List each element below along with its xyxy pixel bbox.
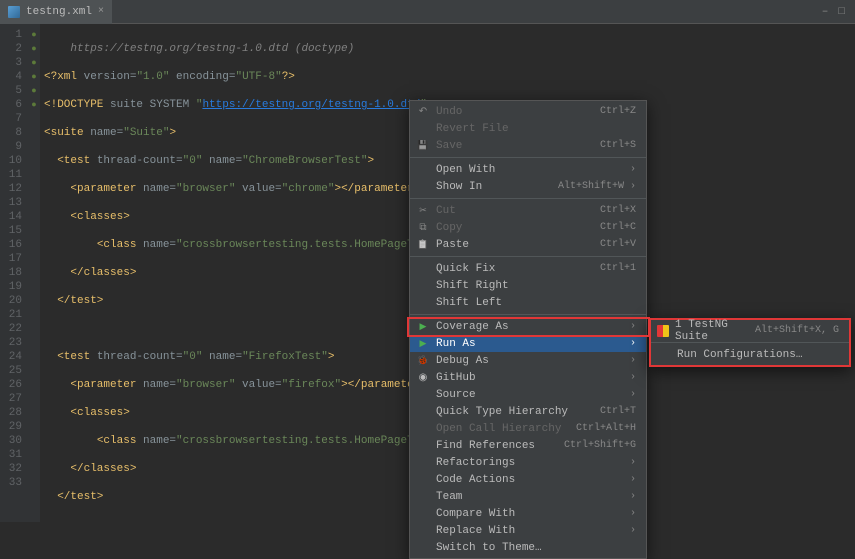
- chevron-right-icon: ›: [630, 321, 636, 332]
- maximize-icon[interactable]: □: [838, 6, 845, 18]
- blank-icon: [416, 405, 430, 419]
- menu-copy[interactable]: Copy Ctrl+C: [410, 219, 646, 236]
- menu-save[interactable]: Save Ctrl+S: [410, 137, 646, 154]
- blank-icon: [416, 422, 430, 436]
- blank-icon: [416, 541, 430, 555]
- coverage-icon: [416, 320, 430, 334]
- blank-icon: [416, 163, 430, 177]
- blank-icon: [416, 180, 430, 194]
- chevron-right-icon: ›: [630, 491, 636, 502]
- blank-icon: [416, 490, 430, 504]
- menu-show-in[interactable]: Show In Alt+Shift+W ›: [410, 178, 646, 195]
- chevron-right-icon: ›: [630, 355, 636, 366]
- blank-icon: [416, 122, 430, 136]
- menu-undo[interactable]: Undo Ctrl+Z: [410, 103, 646, 120]
- menu-separator: [410, 314, 646, 315]
- menu-coverage-as[interactable]: Coverage As ›: [410, 318, 646, 335]
- menu-quick-fix[interactable]: Quick Fix Ctrl+1: [410, 260, 646, 277]
- submenu-run-configurations[interactable]: Run Configurations…: [651, 346, 849, 363]
- chevron-right-icon: ›: [630, 389, 636, 400]
- blank-icon: [416, 524, 430, 538]
- menu-revert-file[interactable]: Revert File: [410, 120, 646, 137]
- chevron-right-icon: ›: [630, 508, 636, 519]
- chevron-right-icon: ›: [630, 181, 636, 192]
- menu-team[interactable]: Team ›: [410, 488, 646, 505]
- menu-open-call-hierarchy[interactable]: Open Call Hierarchy Ctrl+Alt+H: [410, 420, 646, 437]
- menu-run-as[interactable]: Run As ›: [410, 335, 646, 352]
- blank-icon: [416, 439, 430, 453]
- github-icon: [416, 371, 430, 385]
- undo-icon: [416, 105, 430, 119]
- menu-code-actions[interactable]: Code Actions ›: [410, 471, 646, 488]
- cut-icon: [416, 204, 430, 218]
- chevron-right-icon: ›: [630, 372, 636, 383]
- line-number-gutter: 1 2 3 4 5 6 7 8 9 10 11 12 13 14 15 16 1…: [0, 24, 28, 522]
- menu-open-with[interactable]: Open With ›: [410, 161, 646, 178]
- blank-icon: [416, 456, 430, 470]
- blank-icon: [416, 262, 430, 276]
- blank-icon: [416, 388, 430, 402]
- context-menu: Undo Ctrl+Z Revert File Save Ctrl+S Open…: [409, 100, 647, 559]
- menu-switch-theme[interactable]: Switch to Theme…: [410, 539, 646, 556]
- save-icon: [416, 139, 430, 153]
- xml-file-icon: [8, 6, 20, 18]
- toolbar-right: – □: [822, 6, 855, 18]
- submenu-testng-suite[interactable]: 1 TestNG Suite Alt+Shift+X, G: [651, 322, 849, 339]
- folding-column: ● ● ● ● ● ●: [28, 24, 40, 522]
- tab-bar: testng.xml × – □: [0, 0, 855, 24]
- menu-separator: [410, 157, 646, 158]
- run-as-submenu: 1 TestNG Suite Alt+Shift+X, G Run Config…: [649, 318, 851, 367]
- blank-icon: [416, 296, 430, 310]
- line-1: 1: [15, 29, 22, 41]
- menu-separator: [410, 256, 646, 257]
- blank-icon: [416, 279, 430, 293]
- close-icon[interactable]: ×: [98, 6, 104, 17]
- menu-separator: [410, 198, 646, 199]
- minimize-icon[interactable]: –: [822, 6, 829, 18]
- testng-icon: [657, 325, 669, 337]
- tab-filename: testng.xml: [26, 6, 92, 18]
- menu-source[interactable]: Source ›: [410, 386, 646, 403]
- menu-cut[interactable]: Cut Ctrl+X: [410, 202, 646, 219]
- chevron-right-icon: ›: [630, 164, 636, 175]
- menu-compare-with[interactable]: Compare With ›: [410, 505, 646, 522]
- menu-debug-as[interactable]: Debug As ›: [410, 352, 646, 369]
- menu-quick-type-hierarchy[interactable]: Quick Type Hierarchy Ctrl+T: [410, 403, 646, 420]
- blank-icon: [657, 348, 671, 362]
- menu-find-references[interactable]: Find References Ctrl+Shift+G: [410, 437, 646, 454]
- menu-paste[interactable]: Paste Ctrl+V: [410, 236, 646, 253]
- editor-tab[interactable]: testng.xml ×: [0, 0, 112, 24]
- debug-icon: [416, 354, 430, 368]
- menu-github[interactable]: GitHub ›: [410, 369, 646, 386]
- chevron-right-icon: ›: [630, 525, 636, 536]
- menu-shift-right[interactable]: Shift Right: [410, 277, 646, 294]
- chevron-right-icon: ›: [630, 338, 636, 349]
- blank-icon: [416, 507, 430, 521]
- blank-icon: [416, 473, 430, 487]
- menu-refactorings[interactable]: Refactorings ›: [410, 454, 646, 471]
- copy-icon: [416, 221, 430, 235]
- run-icon: [416, 337, 430, 351]
- paste-icon: [416, 238, 430, 252]
- chevron-right-icon: ›: [630, 457, 636, 468]
- menu-replace-with[interactable]: Replace With ›: [410, 522, 646, 539]
- menu-shift-left[interactable]: Shift Left: [410, 294, 646, 311]
- chevron-right-icon: ›: [630, 474, 636, 485]
